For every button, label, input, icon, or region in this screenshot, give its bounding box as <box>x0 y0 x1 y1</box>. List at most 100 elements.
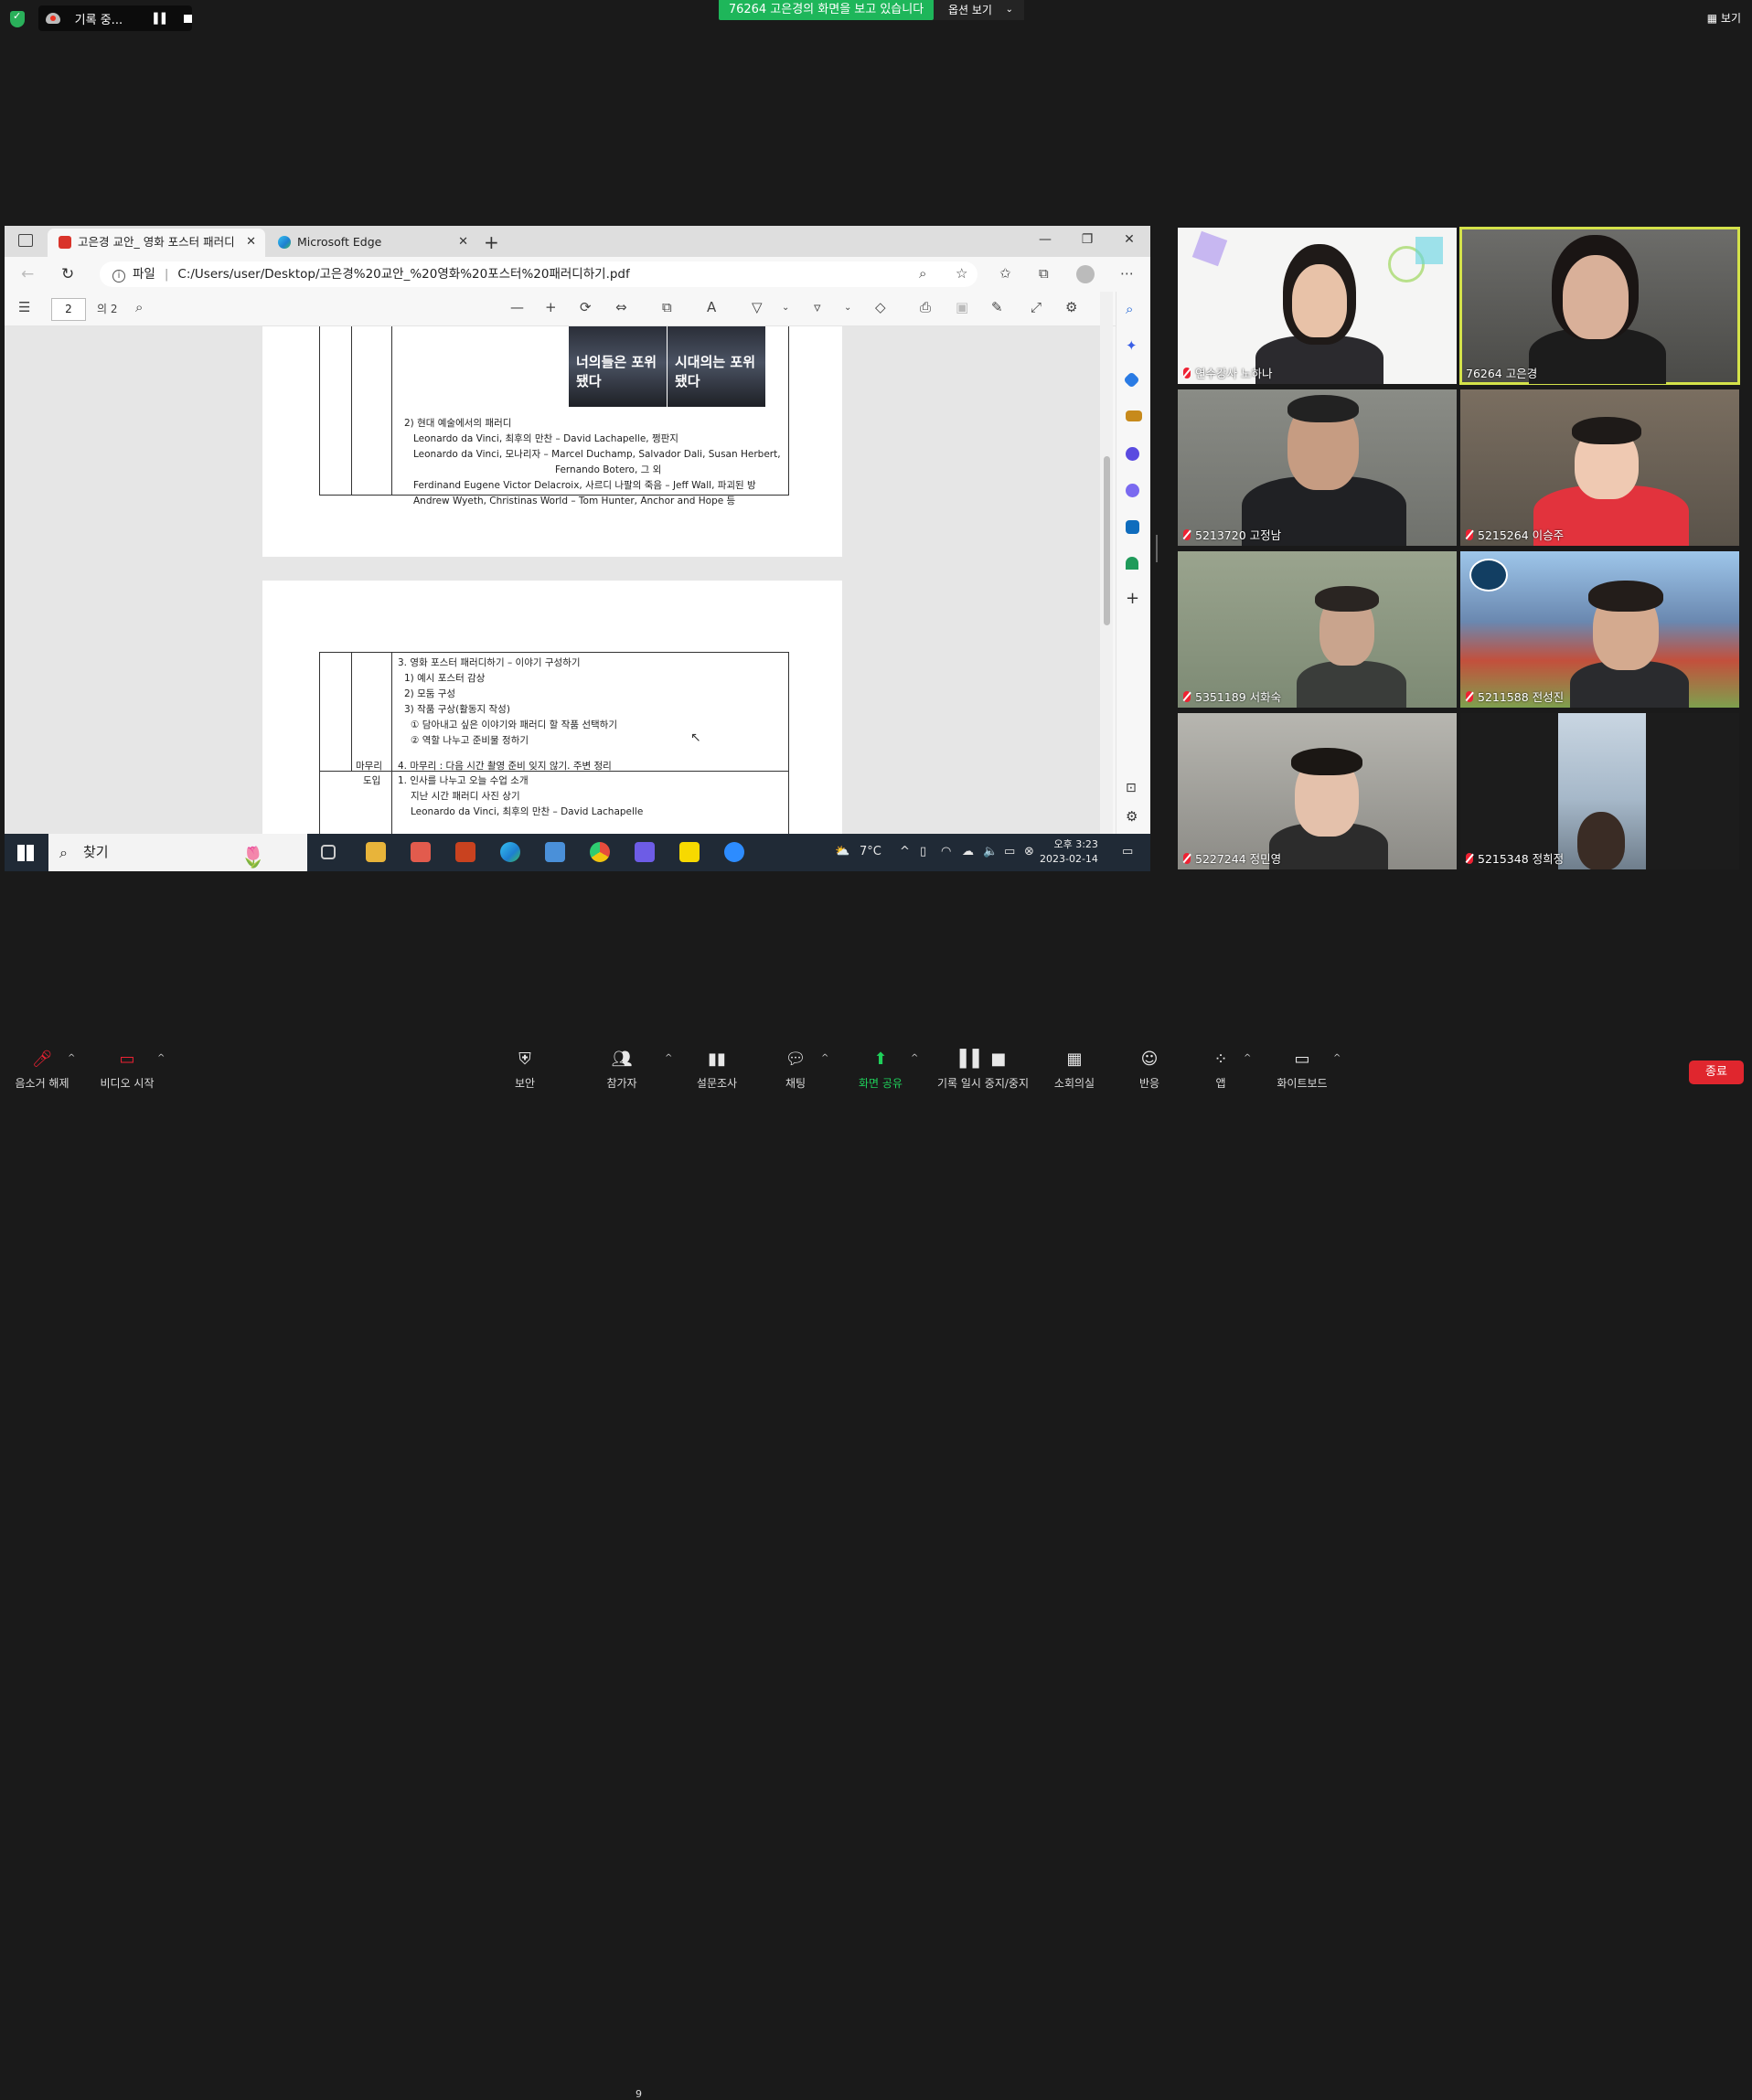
scroll-thumb[interactable] <box>1104 456 1110 625</box>
breakout-rooms-button[interactable]: ▦ 소회의실 <box>1052 1050 1097 1091</box>
collections-icon[interactable]: ⧉ <box>1039 265 1049 282</box>
stop-recording-icon[interactable] <box>184 14 192 23</box>
start-video-button[interactable]: ▭ 비디오 시작 <box>95 1050 159 1091</box>
erase-icon[interactable]: ◇ <box>875 299 886 315</box>
page-number-input[interactable]: 2 <box>51 298 86 321</box>
chevron-up-icon[interactable]: ^ <box>665 1053 672 1063</box>
windows-start-icon[interactable] <box>17 845 34 861</box>
profile-avatar[interactable] <box>1076 265 1095 283</box>
battery-icon[interactable]: ▭ <box>1004 845 1015 858</box>
participant-tile[interactable]: 5213720 고정남 <box>1178 389 1457 546</box>
find-icon[interactable]: ⌕ <box>135 299 143 315</box>
cloud-icon[interactable]: ☁ <box>962 845 974 858</box>
search-icon[interactable]: ⌕ <box>1126 301 1142 317</box>
reactions-button[interactable]: ☺ 반응 <box>1136 1050 1163 1091</box>
fullscreen-icon[interactable]: ⤢ <box>1031 299 1042 315</box>
highlight-icon[interactable]: ▿ <box>814 299 821 315</box>
tab-actions-icon[interactable] <box>18 234 33 247</box>
close-icon[interactable]: ✕ <box>458 229 468 255</box>
read-aloud-icon[interactable]: A <box>707 299 716 315</box>
save-as-icon[interactable]: ✎ <box>991 299 1003 315</box>
settings-icon[interactable]: ⚙ <box>1126 808 1142 825</box>
url-field[interactable]: i 파일 | C:/Users/user/Desktop/고은경%20교안_%20영화… <box>100 261 977 287</box>
chevron-up-icon[interactable]: ^ <box>68 1053 75 1063</box>
drop-icon[interactable] <box>1126 557 1138 570</box>
whiteboard-button[interactable]: ▭ 화이트보드 <box>1274 1050 1330 1091</box>
pdf-scrollbar[interactable] <box>1100 292 1113 834</box>
favorites-icon[interactable]: ✩ <box>999 265 1011 282</box>
pause-stop-recording-button[interactable]: ▌▌ ■ 기록 일시 중지/중지 <box>933 1050 1033 1091</box>
participant-tile[interactable]: 연수강사 노하나 <box>1178 228 1457 384</box>
tools-icon[interactable] <box>1126 410 1142 421</box>
tab-edge[interactable]: Microsoft Edge ✕ <box>267 229 477 257</box>
taskbar-search[interactable]: ⌕ 찾기 🌷 <box>48 834 307 871</box>
end-meeting-button[interactable]: 종료 <box>1689 1061 1744 1084</box>
new-tab-icon[interactable]: + <box>484 231 499 253</box>
refresh-icon[interactable]: ↻ <box>61 265 74 283</box>
contents-icon[interactable]: ☰ <box>18 299 30 315</box>
print-icon[interactable]: ⎙ <box>920 299 931 315</box>
favorite-add-icon[interactable]: ☆ <box>956 265 967 282</box>
split-handle[interactable] <box>1156 535 1158 562</box>
chevron-up-icon[interactable]: ^ <box>900 845 910 858</box>
shopping-icon[interactable] <box>1123 371 1140 389</box>
polls-button[interactable]: ▮▮ 설문조사 <box>693 1050 741 1091</box>
share-screen-button[interactable]: ⬆ 화면 공유 <box>856 1050 905 1091</box>
games-icon[interactable] <box>1126 447 1139 461</box>
task-view-icon[interactable] <box>321 845 336 859</box>
participant-tile[interactable]: 5215348 정희정 <box>1460 713 1739 869</box>
participant-tile[interactable]: 5211588 전성진 <box>1460 551 1739 708</box>
zoom-in-icon[interactable]: + <box>545 299 557 315</box>
app-icon[interactable] <box>635 842 655 862</box>
file-explorer-icon[interactable] <box>366 842 386 862</box>
chevron-up-icon[interactable]: ^ <box>911 1053 918 1063</box>
restore-icon[interactable]: ❐ <box>1066 226 1108 257</box>
chrome-icon[interactable] <box>590 842 610 862</box>
participants-button[interactable]: 👥︎ 참가자 <box>602 1050 642 1091</box>
weather-icon[interactable]: ⛅ <box>835 845 849 858</box>
more-icon[interactable]: ⋯ <box>1120 265 1134 282</box>
wifi-icon[interactable]: ◠ <box>941 845 951 858</box>
close-icon[interactable]: ✕ <box>246 229 256 255</box>
minimize-icon[interactable]: — <box>1024 226 1066 257</box>
draw-icon[interactable]: ▽ <box>752 299 763 315</box>
reader-icon[interactable] <box>545 842 565 862</box>
view-options-button[interactable]: 옵션 보기 ⌄ <box>934 0 1024 20</box>
add-icon[interactable]: + <box>1126 589 1142 608</box>
zoom-icon[interactable]: ⌕ <box>919 265 926 282</box>
security-button[interactable]: ⛨ 보안 <box>508 1050 541 1091</box>
participant-tile[interactable]: 5227244 정민영 <box>1178 713 1457 869</box>
cancel-icon[interactable]: ⊗ <box>1024 845 1034 858</box>
zoom-out-icon[interactable]: — <box>510 299 524 315</box>
participant-tile[interactable]: 5215264 이승주 <box>1460 389 1739 546</box>
settings-icon[interactable]: ⚙ <box>1065 299 1077 315</box>
pdf-app-icon[interactable] <box>411 842 431 862</box>
chevron-up-icon[interactable]: ^ <box>1333 1053 1341 1063</box>
rotate-icon[interactable]: ⟳ <box>580 299 592 315</box>
chevron-down-icon[interactable]: ⌄ <box>844 303 851 313</box>
meet-icon[interactable]: ▯ <box>920 845 926 858</box>
security-shield-icon[interactable] <box>10 10 25 27</box>
unmute-button[interactable]: 🎤︎ 음소거 해제 <box>13 1050 71 1091</box>
view-button[interactable]: ▦ 보기 <box>1707 10 1741 26</box>
office-icon[interactable] <box>1126 484 1139 497</box>
apps-button[interactable]: ⁘ 앱 <box>1212 1050 1230 1091</box>
edge-icon[interactable] <box>500 842 520 862</box>
chat-button[interactable]: 💬︎ 채팅 <box>782 1050 809 1091</box>
back-icon[interactable]: ← <box>21 265 34 283</box>
volume-icon[interactable]: 🔈 <box>983 845 998 858</box>
page-view-icon[interactable]: ⧉ <box>662 299 672 315</box>
outlook-icon[interactable] <box>1126 520 1139 534</box>
chevron-up-icon[interactable]: ^ <box>157 1053 165 1063</box>
copilot-icon[interactable]: ✦ <box>1126 337 1142 354</box>
taskbar-clock[interactable]: 오후 3:23 2023-02-14 <box>1040 837 1098 867</box>
participant-tile[interactable]: 5351189 서화숙 <box>1178 551 1457 708</box>
pause-recording-icon[interactable]: ▌▌ <box>154 13 169 25</box>
notification-icon[interactable]: ▭ <box>1122 845 1133 858</box>
powerpoint-icon[interactable] <box>455 842 475 862</box>
hide-sidebar-icon[interactable]: ⊡ <box>1126 781 1142 797</box>
tab-pdf[interactable]: 고은경 교안_ 영화 포스터 패러디 ✕ <box>48 229 265 257</box>
zoom-icon[interactable] <box>724 842 744 862</box>
chevron-up-icon[interactable]: ^ <box>1244 1053 1251 1063</box>
fit-page-icon[interactable]: ⇔ <box>615 299 627 315</box>
